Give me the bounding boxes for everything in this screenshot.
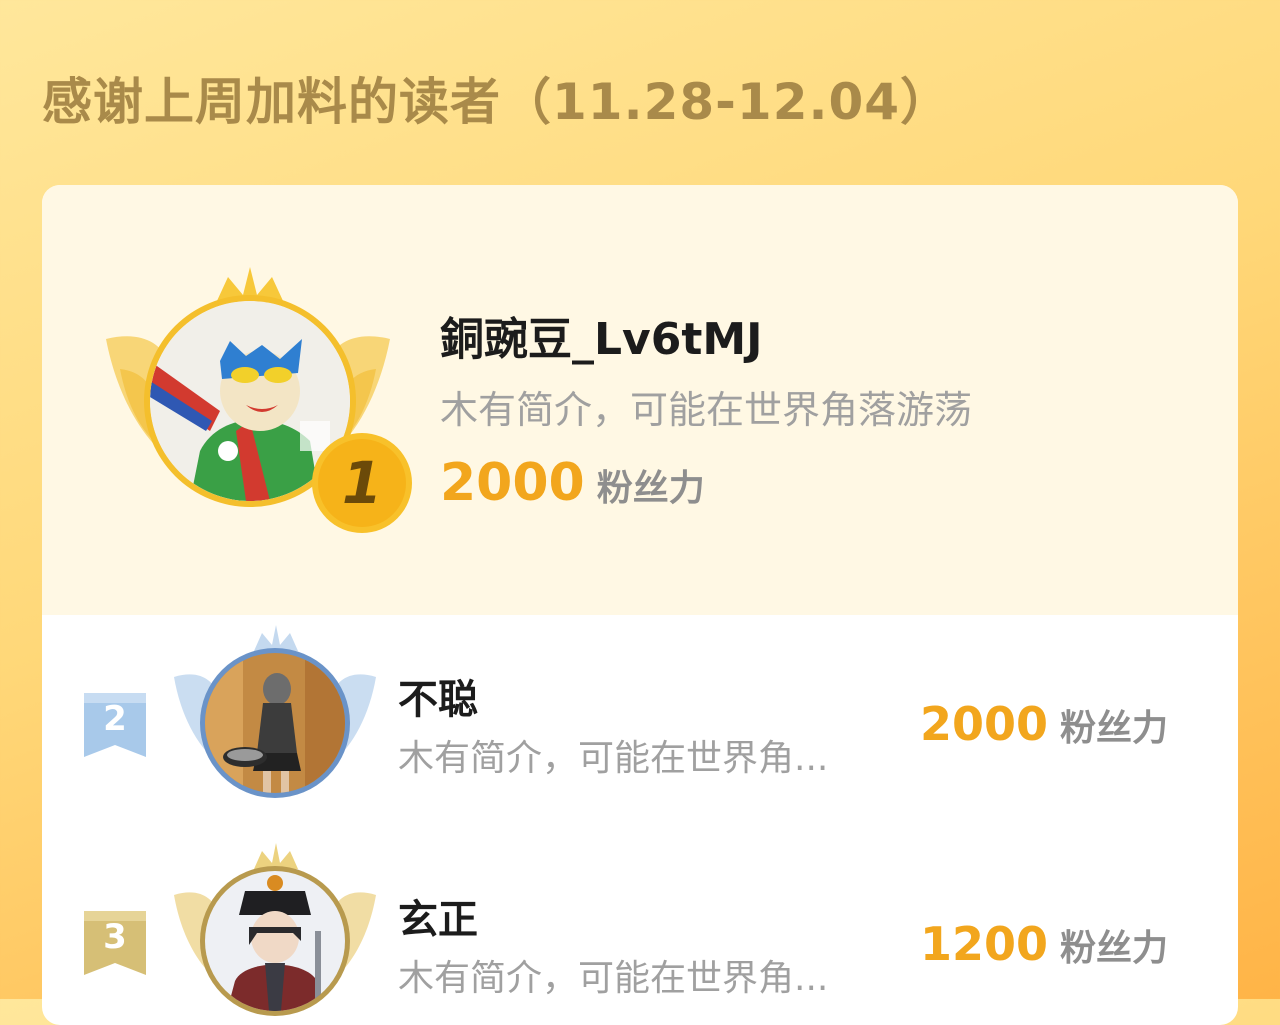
rank-flag-bronze: 3 [84, 911, 146, 975]
rank-number: 2 [103, 699, 127, 739]
reader-name[interactable]: 不聪 [398, 667, 478, 725]
reader-bio: 木有简介，可能在世界角... [398, 738, 829, 779]
avatar-silver-frame[interactable] [170, 623, 380, 813]
fans-value: 1200 [919, 917, 1048, 971]
avatar-bronze-frame[interactable] [170, 841, 380, 1025]
fans-value: 2000 [919, 697, 1048, 751]
ranking-card: 1 銅豌豆_Lv6tMJ 木有简介，可能在世界角落游荡 2000 粉丝力 2 不… [42, 185, 1238, 1025]
avatar [205, 871, 345, 1011]
fans-score: 2000 粉丝力 [920, 697, 1168, 751]
fans-score: 2000 粉丝力 [440, 453, 705, 513]
list-item[interactable]: 2 不聪 木有简介，可能在世界角... 2000 粉丝力 [42, 615, 1238, 835]
page-title: 感谢上周加料的读者（11.28-12.04） [42, 73, 952, 131]
reader-bio: 木有简介，可能在世界角... [398, 958, 829, 999]
avatar [205, 653, 345, 793]
rank-number: 3 [103, 917, 127, 957]
fans-unit: 粉丝力 [1059, 708, 1168, 749]
fans-unit: 粉丝力 [596, 468, 705, 509]
avatar-gold-frame[interactable]: 1 [98, 261, 412, 533]
reader-name[interactable]: 銅豌豆_Lv6tMJ [440, 303, 763, 367]
rank-flag-silver: 2 [84, 693, 146, 757]
fans-unit: 粉丝力 [1059, 928, 1168, 969]
rank-number: 1 [341, 449, 383, 517]
fans-value: 2000 [440, 453, 585, 513]
rank-badge-gold: 1 [310, 431, 414, 535]
reader-name[interactable]: 玄正 [398, 887, 478, 945]
reader-bio: 木有简介，可能在世界角落游荡 [440, 388, 973, 432]
fans-score: 1200 粉丝力 [920, 917, 1168, 971]
top-reader-section[interactable]: 1 銅豌豆_Lv6tMJ 木有简介，可能在世界角落游荡 2000 粉丝力 [42, 185, 1238, 615]
list-item[interactable]: 3 玄正 木有简介，可能在世界角... 1200 粉丝力 [42, 835, 1238, 1025]
